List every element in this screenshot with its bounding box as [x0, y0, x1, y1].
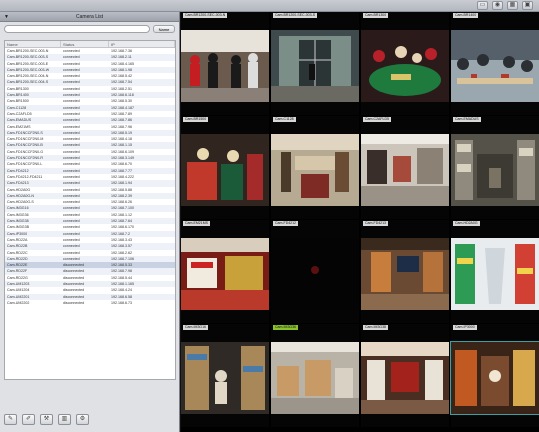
camera-tile[interactable]: Cam-HD2A0G [451, 220, 539, 323]
camera-tile-label: Cam-BR1200-SEC-003-S [273, 13, 318, 18]
camera-tile-label: Cam-EMADUS [453, 117, 481, 122]
camera-status-cell: disconnected [63, 300, 85, 305]
camera-feed-image[interactable] [361, 238, 449, 310]
camera-feed-image[interactable] [271, 134, 359, 206]
camera-ip-cell: 192.168.6.73 [111, 300, 132, 305]
camera-feed-image[interactable] [361, 342, 449, 414]
collapse-icon[interactable]: ▼ [4, 12, 9, 22]
camera-tile-label: Cam-BR1400 [453, 13, 479, 18]
camera-feed-image[interactable] [451, 134, 539, 206]
camera-tile[interactable]: Cam-IM3G38 [361, 324, 449, 427]
edit-alt-icon[interactable]: ✐ [22, 414, 35, 425]
eye-icon[interactable]: ◉ [492, 1, 503, 10]
camera-tile[interactable]: Cam-IP3000 [450, 324, 539, 427]
camera-tile[interactable]: Cam-BR1400 [451, 12, 539, 115]
camera-tile-label: Cam-IM3G16 [183, 325, 209, 330]
camera-table: Name Status IP Cam-BR1200-SEC-003-N conne… [4, 40, 176, 380]
search-filter-button[interactable]: Name [153, 25, 175, 33]
camera-icon[interactable]: ▣ [522, 1, 533, 10]
camera-tile-label: Cam-FD4213 [363, 221, 389, 226]
trash-icon[interactable]: ▥ [58, 414, 71, 425]
camera-tile[interactable]: Cam-IM3G36 [271, 324, 359, 427]
edit-icon[interactable]: ✎ [4, 414, 17, 425]
search-bar: Name [0, 22, 179, 36]
camera-tile[interactable]: Cam-C1128 [271, 116, 359, 219]
camera-tile[interactable]: Cam-C2AFLD5 [361, 116, 449, 219]
camera-tile-label: Cam-C2AFLD5 [363, 117, 391, 122]
camera-tile-label: Cam-IM3G36 [273, 325, 299, 330]
camera-feed-image[interactable] [361, 30, 449, 102]
camera-tile-label: Cam-BR1500 [183, 117, 209, 122]
panel-toolbar: ✎ ✐ ⚒ ▥ ⚙ [4, 414, 89, 425]
video-wall: Cam-BR1200-SEC-003-N Cam-BR1200-SEC-003-S… [181, 12, 539, 432]
column-header-name[interactable]: Name [5, 41, 61, 47]
camera-tile[interactable]: Cam-BR1200-SEC-003-N [181, 12, 269, 115]
camera-tile[interactable]: Cam-IM3G16 [181, 324, 269, 427]
camera-tile[interactable]: Cam-FD4213 [361, 220, 449, 323]
camera-name-cell: Cam-UM2202 [7, 300, 30, 305]
camera-tile[interactable]: Cam-BR1500 [181, 116, 269, 219]
camera-tile-label: Cam-C1128 [273, 117, 296, 122]
camera-tile[interactable]: Cam-EM21MS [181, 220, 269, 323]
camera-tile[interactable]: Cam-FD4212 [271, 220, 359, 323]
camera-tile-label: Cam-BR1200-SEC-003-N [183, 13, 228, 18]
camera-feed-image[interactable] [181, 342, 269, 414]
camera-feed-image[interactable] [450, 341, 539, 415]
panel-title-bar: ▼ Camera List [0, 12, 179, 22]
camera-tile-label: Cam-HD2A0G [453, 221, 480, 226]
camera-feed-image[interactable] [451, 238, 539, 310]
camera-feed-image[interactable] [361, 134, 449, 206]
camera-tile-label: Cam-EM21MS [183, 221, 210, 226]
column-header-status[interactable]: Status [61, 41, 109, 47]
layout-icon[interactable]: ▭ [477, 1, 488, 10]
camera-feed-image[interactable] [181, 134, 269, 206]
toolbar-icons: ▭ ◉ ▦ ▣ [477, 1, 533, 10]
panel-title: Camera List [76, 14, 103, 20]
camera-tile-label: Cam-BR1300 [363, 13, 389, 18]
grid-icon[interactable]: ▦ [507, 1, 518, 10]
settings-icon[interactable]: ⚙ [76, 414, 89, 425]
table-header: Name Status IP [5, 41, 175, 48]
camera-tile[interactable]: Cam-BR1200-SEC-003-S [271, 12, 359, 115]
camera-feed-image[interactable] [271, 342, 359, 414]
camera-list-panel: ▼ Camera List Name Name Status IP Cam-BR… [0, 12, 180, 432]
camera-tile-label: Cam-FD4212 [273, 221, 299, 226]
camera-feed-image[interactable] [181, 238, 269, 310]
search-input[interactable] [4, 25, 150, 33]
column-header-ip[interactable]: IP [109, 41, 175, 47]
camera-feed-image[interactable] [271, 30, 359, 102]
camera-tile-label: Cam-IP3000 [453, 325, 477, 330]
table-body: Cam-BR1200-SEC-003-N connected 192.168.7.3… [5, 48, 175, 306]
wrench-icon[interactable]: ⚒ [40, 414, 53, 425]
camera-tile[interactable]: Cam-EMADUS [451, 116, 539, 219]
camera-feed-image[interactable] [181, 30, 269, 102]
table-row[interactable]: Cam-UM2202 disconnected 192.168.6.73 [5, 300, 175, 306]
top-toolbar: ▭ ◉ ▦ ▣ [0, 0, 539, 12]
camera-feed-image[interactable] [271, 238, 359, 310]
camera-tile-label: Cam-IM3G38 [363, 325, 389, 330]
camera-tile[interactable]: Cam-BR1300 [361, 12, 449, 115]
camera-feed-image[interactable] [451, 30, 539, 102]
